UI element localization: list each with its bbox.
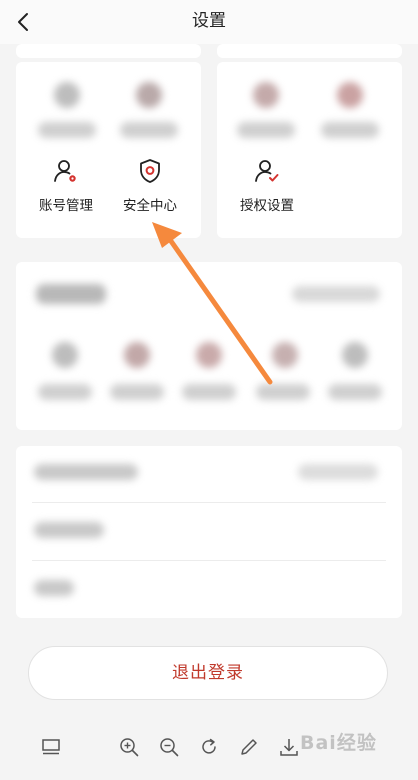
annotation-arrow-icon	[152, 222, 273, 385]
